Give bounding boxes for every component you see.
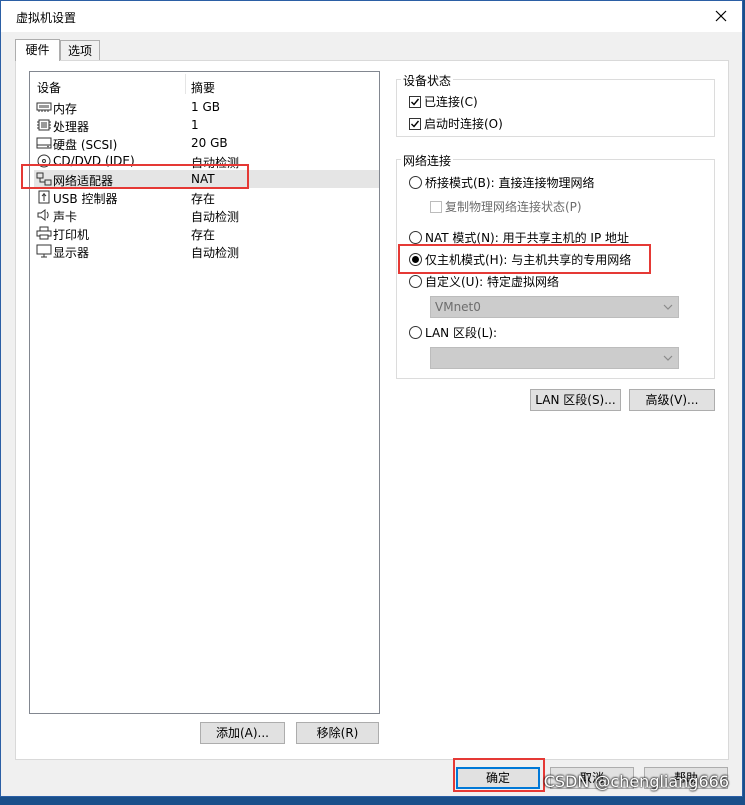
device-row-sound-card[interactable]: 声卡 自动检测 — [34, 206, 379, 224]
connected-label: 已连接(C) — [424, 95, 478, 109]
column-header-summary[interactable]: 摘要 — [191, 79, 215, 96]
advanced-button[interactable]: 高级(V)... — [629, 389, 715, 411]
bridged-radio[interactable]: 桥接模式(B): 直接连接物理网络 — [409, 174, 594, 191]
host-only-radio[interactable]: 仅主机模式(H): 与主机共享的专用网络 — [409, 251, 631, 268]
monitor-icon — [36, 244, 52, 258]
tab-hardware[interactable]: 硬件 — [15, 39, 60, 61]
printer-icon — [36, 226, 52, 240]
device-name: 硬盘 (SCSI) — [53, 138, 118, 152]
device-name: USB 控制器 — [53, 192, 118, 206]
window-title: 虚拟机设置 — [16, 11, 77, 25]
radio-circle — [409, 275, 422, 288]
device-row-memory[interactable]: 内存 1 GB — [34, 98, 379, 116]
custom-network-select[interactable]: VMnet0 — [430, 296, 679, 318]
title-bar: 虚拟机设置 — [1, 1, 742, 32]
device-name: 显示器 — [53, 246, 90, 260]
close-icon — [715, 10, 727, 22]
network-connection-group — [396, 159, 715, 379]
device-row-hard-disk[interactable]: 硬盘 (SCSI) 20 GB — [34, 134, 379, 152]
device-status-title: 设备状态 — [401, 72, 454, 89]
device-summary: 20 GB — [191, 136, 228, 150]
hard-disk-icon — [36, 137, 52, 149]
radio-circle — [409, 326, 422, 339]
device-summary: 1 — [191, 118, 199, 132]
chevron-down-icon — [663, 304, 673, 310]
ok-button[interactable]: 确定 — [456, 767, 540, 789]
replicate-state-label: 复制物理网络连接状态(P) — [445, 200, 582, 214]
checkmark-icon — [411, 120, 420, 128]
lan-segments-button[interactable]: LAN 区段(S)... — [530, 389, 621, 411]
connected-checkbox[interactable]: 已连接(C) — [409, 93, 478, 110]
device-name: 打印机 — [53, 228, 90, 242]
checkbox-box — [430, 200, 442, 213]
bridged-label: 桥接模式(B): 直接连接物理网络 — [425, 176, 595, 190]
device-row-usb-controller[interactable]: USB 控制器 存在 — [34, 188, 379, 206]
replicate-state-checkbox[interactable]: 复制物理网络连接状态(P) — [430, 198, 582, 215]
radio-circle — [409, 176, 422, 189]
radio-circle — [409, 253, 422, 266]
custom-label: 自定义(U): 特定虚拟网络 — [425, 275, 560, 289]
device-name: 内存 — [53, 102, 78, 116]
device-summary: 自动检测 — [191, 246, 240, 260]
device-summary: 1 GB — [191, 100, 220, 114]
device-row-network-adapter[interactable]: 网络适配器 NAT — [34, 170, 379, 188]
speaker-icon — [37, 209, 49, 221]
processor-icon — [37, 119, 51, 131]
connect-on-power-on-label: 启动时连接(O) — [424, 117, 503, 131]
device-row-display[interactable]: 显示器 自动检测 — [34, 242, 379, 260]
column-divider — [185, 74, 186, 94]
device-summary: 自动检测 — [191, 156, 240, 170]
device-row-cd-dvd[interactable]: CD/DVD (IDE) 自动检测 — [34, 152, 379, 170]
device-row-printer[interactable]: 打印机 存在 — [34, 224, 379, 242]
tab-options-label: 选项 — [67, 44, 92, 58]
cd-dvd-icon — [37, 154, 51, 168]
chevron-down-icon — [663, 355, 673, 361]
device-name: 网络适配器 — [53, 174, 114, 188]
watermark: CSDN @chengliang666 — [543, 772, 729, 791]
radio-dot — [412, 256, 419, 263]
device-summary: 自动检测 — [191, 210, 240, 224]
device-name: 声卡 — [53, 210, 78, 224]
column-header-device[interactable]: 设备 — [37, 79, 61, 96]
device-summary: 存在 — [191, 228, 216, 242]
checkbox-box — [409, 95, 421, 108]
device-row-processor[interactable]: 处理器 1 — [34, 116, 379, 134]
nat-label: NAT 模式(N): 用于共享主机的 IP 地址 — [425, 231, 630, 245]
custom-radio[interactable]: 自定义(U): 特定虚拟网络 — [409, 273, 559, 290]
device-name: 处理器 — [53, 120, 90, 134]
tab-options[interactable]: 选项 — [60, 40, 100, 60]
device-name: CD/DVD (IDE) — [53, 154, 135, 168]
lan-segment-radio[interactable]: LAN 区段(L): — [409, 324, 497, 341]
memory-icon — [36, 102, 52, 112]
remove-device-button[interactable]: 移除(R) — [296, 722, 379, 744]
close-button[interactable] — [706, 3, 736, 29]
nat-radio[interactable]: NAT 模式(N): 用于共享主机的 IP 地址 — [409, 229, 629, 246]
checkmark-icon — [411, 98, 420, 106]
device-list[interactable]: 设备 摘要 内存 1 GB 处理器 1 硬盘 (SCSI) 20 GB CD/D… — [29, 71, 380, 714]
connect-on-power-on-checkbox[interactable]: 启动时连接(O) — [409, 115, 503, 132]
device-list-header: 设备 摘要 — [30, 72, 379, 96]
lan-segment-label: LAN 区段(L): — [425, 326, 498, 340]
network-connection-title: 网络连接 — [401, 152, 454, 169]
host-only-label: 仅主机模式(H): 与主机共享的专用网络 — [425, 253, 632, 267]
usb-icon — [38, 190, 50, 204]
custom-network-value: VMnet0 — [435, 300, 481, 314]
checkbox-box — [409, 117, 421, 130]
network-adapter-icon — [36, 172, 52, 186]
device-summary: NAT — [191, 172, 215, 186]
device-summary: 存在 — [191, 192, 216, 206]
lan-segment-select[interactable] — [430, 347, 679, 369]
tab-hardware-label: 硬件 — [25, 43, 50, 57]
radio-circle — [409, 231, 422, 244]
add-device-button[interactable]: 添加(A)... — [200, 722, 285, 744]
